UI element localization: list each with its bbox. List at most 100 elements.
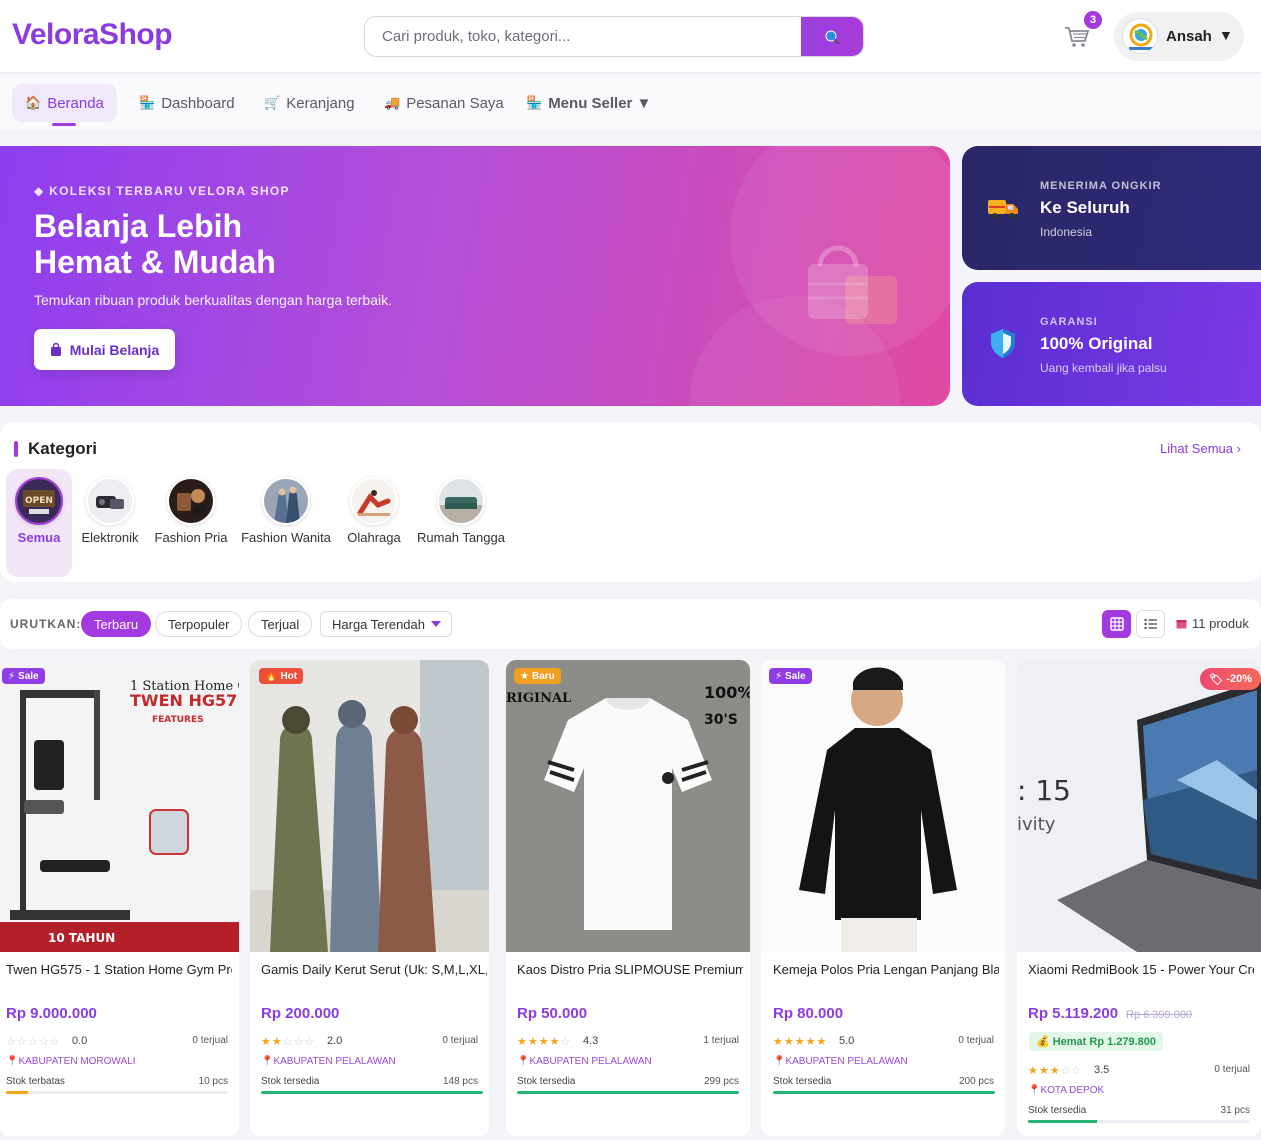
chevron-down-icon: ▼ xyxy=(1219,27,1233,43)
header-cart-button[interactable] xyxy=(1064,25,1090,49)
stock-value: 31 pcs xyxy=(1220,1105,1250,1116)
fire-icon: 🔥 xyxy=(265,670,278,682)
star-icon: ★ xyxy=(1038,1065,1050,1077)
svg-text:TWEN HG57: TWEN HG57 xyxy=(130,691,237,710)
category-thumbnail xyxy=(167,477,215,525)
nav-label: Dashboard xyxy=(161,94,235,112)
product-image: 🔥 Hot xyxy=(250,660,489,952)
star-rating: ★★★★★ xyxy=(773,1035,827,1048)
star-icon: ★ xyxy=(794,1036,806,1048)
star-rating: ☆☆☆☆☆ xyxy=(6,1035,60,1048)
product-location: 📍KOTA DEPOK xyxy=(1028,1085,1105,1096)
sold-count: 0 terjual xyxy=(1214,1064,1250,1075)
stock-label: Stok tersedia xyxy=(261,1076,320,1087)
category-elektronik[interactable]: Elektronik xyxy=(77,469,143,577)
search-icon xyxy=(825,30,840,45)
product-card[interactable]: 1 Station Home Gy TWEN HG57 FEATURES 10 … xyxy=(0,660,239,1136)
hero-banner: ◆ KOLEKSI TERBARU VELORA SHOP Belanja Le… xyxy=(0,146,950,406)
main-nav: 🏠 Beranda 🏪 Dashboard 🛒 Keranjang 🚚 Pesa… xyxy=(0,74,1261,130)
search-input[interactable] xyxy=(365,17,803,56)
store-icon: 🏪 xyxy=(139,95,156,110)
product-card[interactable]: 🔥 Hot Gamis Daily Kerut Serut (Uk: S,M,L,… xyxy=(250,660,489,1136)
gem-icon: ◆ xyxy=(34,184,50,198)
grid-view-button[interactable] xyxy=(1102,610,1131,638)
svg-text:FEATURES: FEATURES xyxy=(152,715,204,725)
store-icon: 🏪 xyxy=(526,95,543,110)
product-name: Gamis Daily Kerut Serut (Uk: S,M,L,XL,XX… xyxy=(261,962,487,977)
nav-pesanan-saya[interactable]: 🚚 Pesanan Saya xyxy=(371,84,517,122)
shopping-bag-icon xyxy=(808,245,897,324)
section-title: Kategori xyxy=(28,439,97,458)
product-badge: 🔥 Hot xyxy=(259,668,304,684)
star-icon: ★ xyxy=(520,670,529,682)
product-image: : 15 ivity 🏷 -20% xyxy=(1017,660,1261,952)
shipping-info-card: MENERIMA ONGKIR Ke Seluruh Indonesia xyxy=(962,146,1261,270)
category-thumbnail xyxy=(86,477,134,525)
rating-value: 2.0 xyxy=(327,1035,343,1047)
sort-label: URUTKAN: xyxy=(10,617,82,631)
box-icon xyxy=(1176,620,1187,629)
category-fashion-pria[interactable]: Fashion Pria xyxy=(155,469,227,577)
stock-bar xyxy=(517,1091,739,1094)
star-icon: ★ xyxy=(1028,1065,1039,1077)
user-menu[interactable]: Ansah ▼ xyxy=(1114,12,1244,61)
sold-count: 0 terjual xyxy=(442,1035,478,1046)
category-fashion-wanita[interactable]: Fashion Wanita xyxy=(241,469,331,577)
star-icon: ★ xyxy=(271,1036,283,1048)
star-rating: ★★☆☆☆ xyxy=(261,1035,315,1048)
svg-text:: 15: : 15 xyxy=(1017,774,1071,807)
list-icon xyxy=(1143,618,1157,630)
site-logo[interactable]: VeloraShop xyxy=(12,18,173,52)
nav-beranda[interactable]: 🏠 Beranda xyxy=(12,84,117,126)
savings-badge: 💰 Hemat Rp 1.279.800 xyxy=(1029,1032,1164,1051)
stock-label: Stok tersedia xyxy=(773,1076,832,1087)
search-button[interactable] xyxy=(801,17,863,56)
stock-bar-fill xyxy=(517,1091,739,1094)
search-bar xyxy=(364,16,864,57)
sort-chip-terjual[interactable]: Terjual xyxy=(248,611,313,637)
sort-chip-terpopuler[interactable]: Terpopuler xyxy=(155,611,243,637)
location-pin-icon: 📍 xyxy=(1028,1085,1041,1096)
category-semua[interactable]: OPEN Semua xyxy=(6,469,72,577)
list-view-button[interactable] xyxy=(1136,610,1165,638)
star-icon: ★ xyxy=(517,1036,528,1048)
category-thumbnail xyxy=(262,477,310,525)
nav-dashboard[interactable]: 🏪 Dashboard xyxy=(126,84,248,122)
product-card[interactable]: 100% 30'S RIGINAL ★ Baru Kaos Distro Pria… xyxy=(506,660,750,1136)
category-thumbnail xyxy=(437,477,485,525)
sort-chip-terbaru[interactable]: Terbaru xyxy=(81,611,152,637)
rating-value: 5.0 xyxy=(839,1035,855,1047)
stock-bar xyxy=(773,1091,995,1094)
star-icon: ☆ xyxy=(38,1036,50,1048)
category-rumah-tangga[interactable]: Rumah Tangga xyxy=(417,469,505,577)
svg-text:RIGINAL: RIGINAL xyxy=(506,691,571,706)
sold-count: 0 terjual xyxy=(192,1035,228,1046)
category-section: Kategori Lihat Semua › OPEN Semua Elektr… xyxy=(0,422,1261,582)
star-icon: ☆ xyxy=(293,1036,305,1048)
product-badge: ⚡ Sale xyxy=(769,668,812,684)
svg-text:OPEN: OPEN xyxy=(25,496,53,506)
bolt-icon: ⚡ xyxy=(8,670,16,682)
stock-bar-fill xyxy=(261,1091,483,1094)
product-card[interactable]: : 15 ivity 🏷 -20% Xiaomi RedmiBook 15 - P… xyxy=(1017,660,1261,1136)
star-icon: ☆ xyxy=(560,1036,572,1048)
nav-menu-seller[interactable]: 🏪 Menu Seller ▼ xyxy=(513,84,664,122)
product-location: 📍KABUPATEN PELALAWAN xyxy=(773,1056,908,1067)
sold-count: 1 terjual xyxy=(703,1035,739,1046)
truck-icon xyxy=(988,200,1018,219)
price-sort-select[interactable]: Harga Terendah xyxy=(320,611,452,637)
nav-label: Keranjang xyxy=(286,94,355,112)
product-price: Rp 9.000.000 xyxy=(6,1005,97,1022)
start-shopping-button[interactable]: Mulai Belanja xyxy=(34,329,175,370)
grid-icon xyxy=(1109,617,1124,631)
category-olahraga[interactable]: Olahraga xyxy=(341,469,407,577)
product-location: 📍KABUPATEN PELALAWAN xyxy=(261,1056,396,1067)
stock-label: Stok terbatas xyxy=(6,1076,65,1087)
see-all-link[interactable]: Lihat Semua › xyxy=(1160,441,1241,456)
star-rating: ★★★★☆ xyxy=(517,1035,571,1048)
location-pin-icon: 📍 xyxy=(773,1056,786,1067)
product-price: Rp 50.000 xyxy=(517,1005,588,1022)
avatar xyxy=(1122,18,1158,54)
product-card[interactable]: ⚡ Sale Kemeja Polos Pria Lengan Panjang B… xyxy=(761,660,1005,1136)
nav-keranjang[interactable]: 🛒 Keranjang xyxy=(251,84,368,122)
